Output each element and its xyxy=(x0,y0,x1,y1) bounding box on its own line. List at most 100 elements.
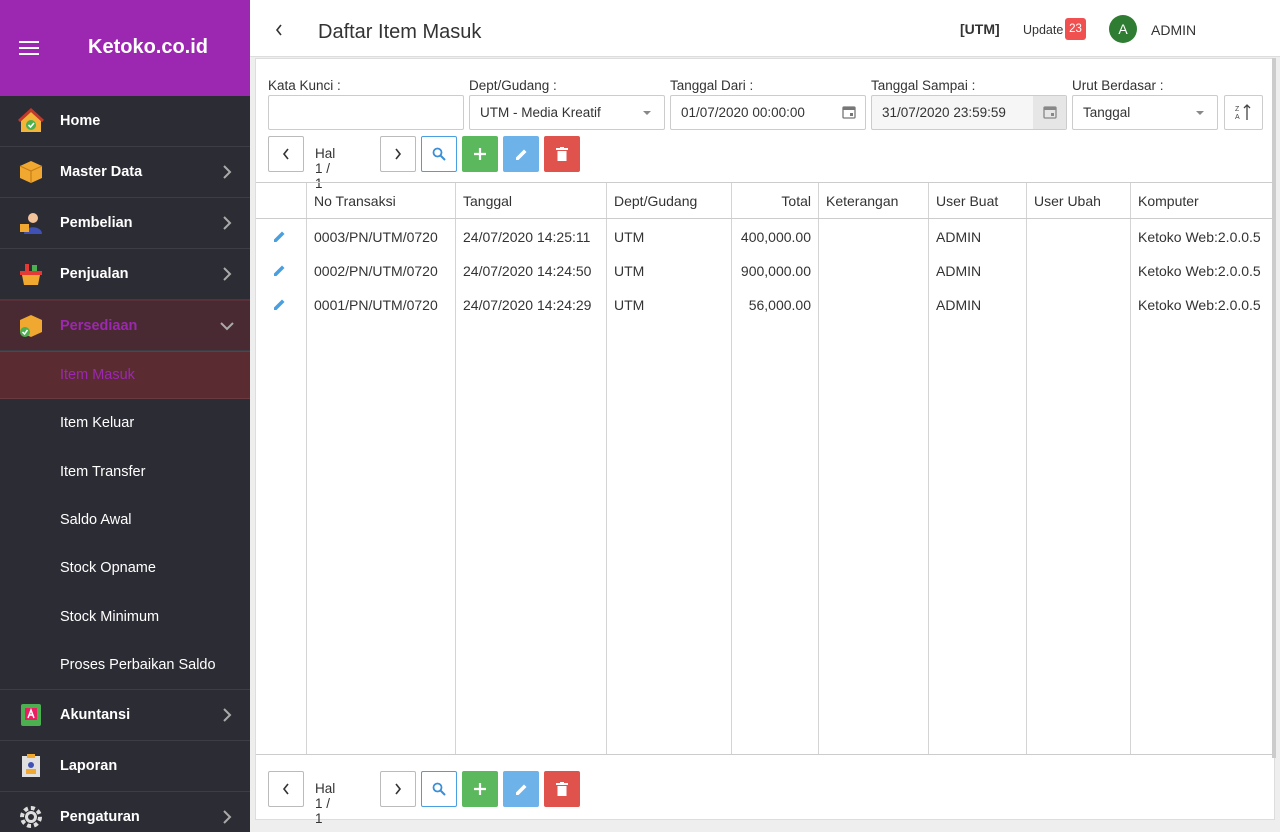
next-page-button[interactable] xyxy=(380,771,416,807)
sidebar-item-label: Akuntansi xyxy=(60,707,131,724)
main-card: Kata Kunci : Dept/Gudang : UTM - Media K… xyxy=(255,58,1275,826)
cell-no-transaksi: 0002/PN/UTM/0720 xyxy=(314,263,438,279)
row-edit-icon[interactable] xyxy=(272,263,287,278)
sidebar-item-akuntansi[interactable]: Akuntansi xyxy=(0,690,250,742)
basket-icon xyxy=(20,264,42,285)
add-button[interactable] xyxy=(462,771,498,807)
search-button[interactable] xyxy=(421,771,457,807)
cell-total: 900,000.00 xyxy=(740,263,811,279)
column-header[interactable]: Dept/Gudang xyxy=(614,193,697,209)
column-header[interactable]: No Transaksi xyxy=(314,193,396,209)
home-icon xyxy=(18,108,44,132)
chevron-right-icon xyxy=(223,165,232,179)
sidebar-item-laporan[interactable]: Laporan xyxy=(0,741,250,793)
sidebar-subitem-stock-opname[interactable]: Stock Opname xyxy=(0,544,250,592)
plus-icon xyxy=(474,783,486,795)
buyer-icon xyxy=(20,213,42,234)
back-arrow-icon[interactable] xyxy=(274,23,284,37)
next-page-button[interactable] xyxy=(380,136,416,172)
chevron-down-icon xyxy=(220,322,234,331)
date-to-input[interactable]: 31/07/2020 23:59:59 xyxy=(871,95,1067,130)
add-button[interactable] xyxy=(462,136,498,172)
persediaan-submenu: Item Masuk Item Keluar Item Transfer Sal… xyxy=(0,351,250,691)
avatar[interactable]: A xyxy=(1109,15,1137,43)
date-to-label: Tanggal Sampai : xyxy=(871,78,976,93)
keyword-label: Kata Kunci : xyxy=(268,78,341,93)
sidebar-item-pembelian[interactable]: Pembelian xyxy=(0,198,250,249)
branch-code: [UTM] xyxy=(960,21,1000,37)
column-header[interactable]: Keterangan xyxy=(826,193,898,209)
sidebar-item-label: Persediaan xyxy=(60,317,138,334)
prev-page-button[interactable] xyxy=(268,771,304,807)
sidebar-subitem-stock-minimum[interactable]: Stock Minimum xyxy=(0,592,250,640)
row-edit-icon[interactable] xyxy=(272,229,287,244)
report-icon xyxy=(22,754,40,778)
sort-by-select[interactable]: Tanggal xyxy=(1072,95,1218,130)
pencil-icon xyxy=(515,149,526,160)
sidebar-subitem-item-keluar[interactable]: Item Keluar xyxy=(0,399,250,447)
sidebar-item-home[interactable]: Home xyxy=(0,96,250,147)
delete-button[interactable] xyxy=(544,136,580,172)
page-scrollbar[interactable] xyxy=(1272,58,1276,758)
edit-button[interactable] xyxy=(503,771,539,807)
cell-dept: UTM xyxy=(614,263,645,279)
page-indicator: Hal 1 / 1 xyxy=(315,781,336,826)
gear-icon xyxy=(20,806,42,829)
sidebar-subitem-proses-perbaikan-saldo[interactable]: Proses Perbaikan Saldo xyxy=(0,641,250,689)
box-icon xyxy=(19,161,43,183)
cell-total: 56,000.00 xyxy=(748,297,811,313)
sidebar-item-master-data[interactable]: Master Data xyxy=(0,147,250,198)
sort-by-value: Tanggal xyxy=(1083,105,1131,120)
transactions-table: No Transaksi Tanggal Dept/Gudang Total K… xyxy=(256,182,1274,755)
sort-direction-icon: ZA xyxy=(1235,104,1251,121)
inventory-icon xyxy=(20,315,42,337)
column-header[interactable]: User Buat xyxy=(936,193,998,209)
sidebar-item-persediaan[interactable]: Persediaan xyxy=(0,300,250,351)
plus-icon xyxy=(474,148,486,160)
edit-button[interactable] xyxy=(503,136,539,172)
date-to-value: 31/07/2020 23:59:59 xyxy=(882,105,1006,120)
dropdown-arrow-icon xyxy=(1196,111,1204,115)
prev-page-button[interactable] xyxy=(268,136,304,172)
cell-komputer: Ketoko Web:2.0.0.5 xyxy=(1138,229,1261,245)
chevron-left-icon xyxy=(282,783,289,795)
sidebar-item-penjualan[interactable]: Penjualan xyxy=(0,249,250,300)
chevron-right-icon xyxy=(223,708,232,722)
chevron-right-icon xyxy=(395,783,402,795)
column-header[interactable]: Komputer xyxy=(1138,193,1199,209)
hamburger-menu-icon[interactable] xyxy=(19,41,39,55)
date-from-value: 01/07/2020 00:00:00 xyxy=(681,105,805,120)
sidebar-item-label: Pengaturan xyxy=(60,809,140,826)
keyword-input[interactable] xyxy=(268,95,464,130)
dept-select-value: UTM - Media Kreatif xyxy=(480,105,601,120)
ledger-icon xyxy=(21,704,41,727)
delete-button[interactable] xyxy=(544,771,580,807)
dept-label: Dept/Gudang : xyxy=(469,78,557,93)
sidebar-subitem-item-transfer[interactable]: Item Transfer xyxy=(0,448,250,496)
column-header[interactable]: User Ubah xyxy=(1034,193,1101,209)
date-from-input[interactable]: 01/07/2020 00:00:00 xyxy=(670,95,866,130)
row-edit-icon[interactable] xyxy=(272,297,287,312)
update-count-badge: 23 xyxy=(1065,18,1086,40)
chevron-right-icon xyxy=(223,810,232,824)
trash-icon xyxy=(556,147,568,161)
cell-no-transaksi: 0001/PN/UTM/0720 xyxy=(314,297,438,313)
sidebar-subitem-item-masuk[interactable]: Item Masuk xyxy=(0,351,250,400)
sidebar-subitem-saldo-awal[interactable]: Saldo Awal xyxy=(0,496,250,544)
sidebar-item-pengaturan[interactable]: Pengaturan xyxy=(0,792,250,832)
cell-tanggal: 24/07/2020 14:24:50 xyxy=(463,263,592,279)
cell-tanggal: 24/07/2020 14:24:29 xyxy=(463,297,592,313)
calendar-icon[interactable] xyxy=(842,105,856,119)
column-header[interactable]: Tanggal xyxy=(463,193,512,209)
cell-user-buat: ADMIN xyxy=(936,297,982,313)
calendar-button[interactable] xyxy=(1033,96,1066,129)
search-button[interactable] xyxy=(421,136,457,172)
user-name[interactable]: ADMIN xyxy=(1151,22,1196,38)
update-link[interactable]: Update xyxy=(1023,23,1063,37)
column-header[interactable]: Total xyxy=(739,193,811,209)
calendar-icon xyxy=(1043,106,1057,119)
cell-user-buat: ADMIN xyxy=(936,229,982,245)
sidebar-item-label: Laporan xyxy=(60,758,118,775)
sort-direction-button[interactable]: ZA xyxy=(1224,95,1263,130)
dept-select[interactable]: UTM - Media Kreatif xyxy=(469,95,665,130)
